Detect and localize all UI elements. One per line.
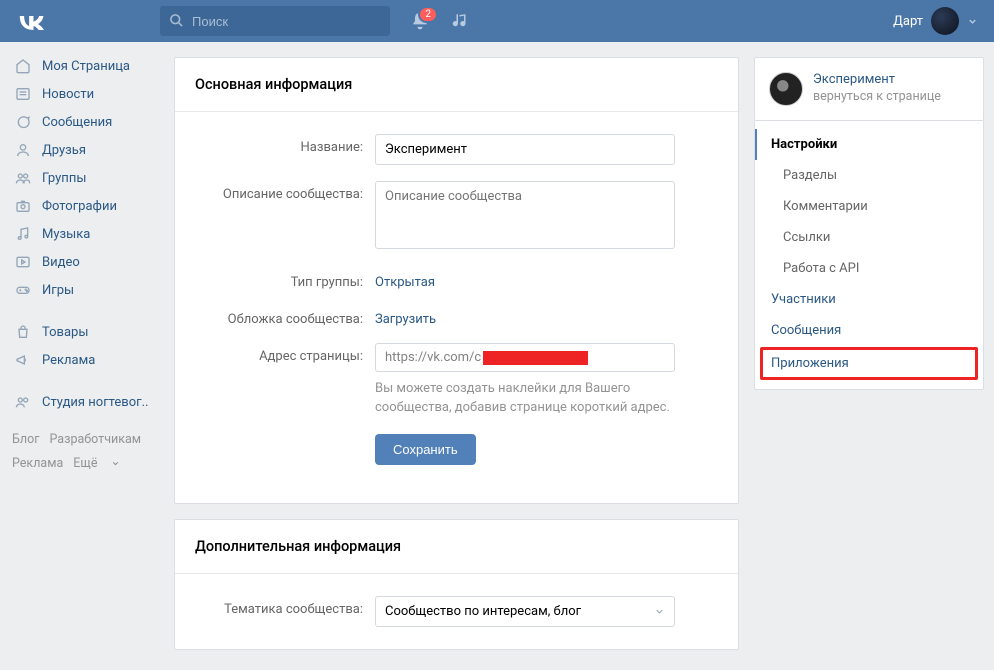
nav-label: Группы <box>42 171 86 186</box>
chevron-down-icon <box>967 16 978 27</box>
camera-icon <box>12 198 34 214</box>
search-box <box>160 6 390 36</box>
notifications-icon[interactable]: 2 <box>410 11 430 31</box>
menu-links[interactable]: Ссылки <box>755 222 983 253</box>
nav-photos[interactable]: Фотографии <box>6 192 164 220</box>
music-icon[interactable] <box>452 12 470 30</box>
menu-messages[interactable]: Сообщения <box>755 315 983 346</box>
footer-ads[interactable]: Реклама <box>12 456 63 471</box>
nav-label: Фотографии <box>42 199 117 214</box>
footer-devs[interactable]: Разработчикам <box>49 432 141 447</box>
footer-more[interactable]: Ещё <box>73 456 119 471</box>
main-info-panel: Основная информация Название: Описание с… <box>174 57 739 504</box>
settings-menu: Настройки Разделы Комментарии Ссылки Раб… <box>754 121 984 390</box>
desc-label: Описание сообщества: <box>195 181 375 202</box>
nav-my-page[interactable]: Моя Страница <box>6 52 164 80</box>
vk-logo[interactable] <box>10 12 160 30</box>
groups-icon <box>12 170 34 186</box>
nav-market[interactable]: Товары <box>6 318 164 346</box>
nav-label: Музыка <box>42 227 90 242</box>
panel-title: Основная информация <box>175 58 738 112</box>
nav-label: Видео <box>42 255 80 270</box>
megaphone-icon <box>12 352 34 368</box>
news-icon <box>12 86 34 102</box>
nav-studio[interactable]: Студия ногтевог.. <box>6 388 164 416</box>
type-label: Тип группы: <box>195 269 375 290</box>
nav-video[interactable]: Видео <box>6 248 164 276</box>
nav-games[interactable]: Игры <box>6 276 164 304</box>
nav-music[interactable]: Музыка <box>6 220 164 248</box>
save-button[interactable]: Сохранить <box>375 434 476 465</box>
nav-messages[interactable]: Сообщения <box>6 108 164 136</box>
upload-cover-link[interactable]: Загрузить <box>375 306 436 327</box>
name-input[interactable] <box>375 134 675 165</box>
community-avatar <box>769 72 803 106</box>
menu-apps-highlighted[interactable]: Приложения <box>761 348 977 379</box>
theme-select[interactable]: Сообщество по интересам, блог <box>375 596 675 627</box>
community-name: Эксперимент <box>813 72 941 87</box>
back-to-page-link[interactable]: вернуться к странице <box>813 89 941 104</box>
notification-badge: 2 <box>418 6 438 23</box>
home-icon <box>12 58 34 74</box>
left-nav: Моя Страница Новости Сообщения Друзья Гр… <box>0 42 164 670</box>
nav-groups[interactable]: Группы <box>6 164 164 192</box>
footer-blog[interactable]: Блог <box>12 432 39 447</box>
top-header: 2 Дарт <box>0 0 994 42</box>
community-header[interactable]: Эксперимент вернуться к странице <box>754 57 984 121</box>
panel-title: Дополнительная информация <box>175 520 738 574</box>
note-icon <box>12 226 34 242</box>
chevron-down-icon <box>654 606 665 617</box>
address-prefix: https://vk.com/c <box>385 350 481 365</box>
user-avatar <box>931 7 959 35</box>
nav-label: Товары <box>42 325 88 340</box>
user-menu[interactable]: Дарт <box>893 7 984 35</box>
nav-news[interactable]: Новости <box>6 80 164 108</box>
nav-label: Сообщения <box>42 115 112 130</box>
name-label: Название: <box>195 134 375 155</box>
nav-label: Реклама <box>42 353 95 368</box>
redacted-address <box>483 351 588 365</box>
address-input[interactable]: https://vk.com/c <box>375 343 675 372</box>
address-label: Адрес страницы: <box>195 343 375 364</box>
group-type-link[interactable]: Открытая <box>375 269 435 290</box>
description-input[interactable] <box>375 181 675 249</box>
cover-label: Обложка сообщества: <box>195 306 375 327</box>
nav-label: Моя Страница <box>42 59 130 74</box>
menu-sections[interactable]: Разделы <box>755 160 983 191</box>
gamepad-icon <box>12 282 34 298</box>
nav-label: Студия ногтевог.. <box>42 395 148 410</box>
user-name-label: Дарт <box>893 14 923 29</box>
address-hint: Вы можете создать наклейки для Вашего со… <box>375 380 695 418</box>
nav-label: Друзья <box>42 143 86 158</box>
theme-label: Тематика сообщества: <box>195 596 375 617</box>
menu-settings[interactable]: Настройки <box>755 129 983 160</box>
menu-comments[interactable]: Комментарии <box>755 191 983 222</box>
menu-api[interactable]: Работа с API <box>755 253 983 284</box>
messages-icon <box>12 114 34 130</box>
menu-members[interactable]: Участники <box>755 284 983 315</box>
theme-value: Сообщество по интересам, блог <box>385 604 581 619</box>
nav-ads[interactable]: Реклама <box>6 346 164 374</box>
friends-icon <box>12 142 34 158</box>
extra-info-panel: Дополнительная информация Тематика сообщ… <box>174 519 739 650</box>
nav-friends[interactable]: Друзья <box>6 136 164 164</box>
footer-links: Блог Разработчикам Реклама Ещё <box>6 416 164 488</box>
search-icon <box>169 13 184 28</box>
group-icon <box>12 394 34 410</box>
video-icon <box>12 254 34 270</box>
nav-label: Новости <box>42 87 94 102</box>
bag-icon <box>12 324 34 340</box>
search-input[interactable] <box>160 6 390 36</box>
nav-label: Игры <box>42 283 74 298</box>
